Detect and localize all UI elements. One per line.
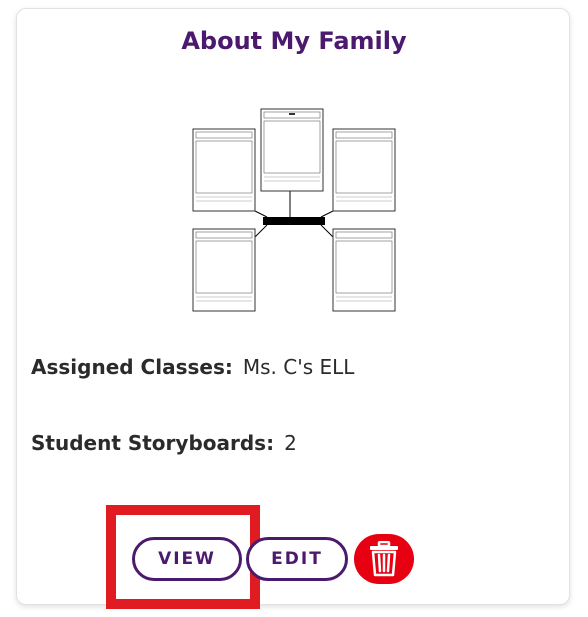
edit-button[interactable]: EDIT (246, 537, 348, 581)
student-storyboards-label: Student Storyboards: (31, 431, 275, 455)
storyboard-card: About My Family Assigned Classes: Ms. C'… (16, 8, 570, 605)
trash-icon (370, 541, 398, 577)
assigned-classes-row: Assigned Classes: Ms. C's ELL (31, 355, 354, 379)
view-button[interactable]: VIEW (132, 537, 242, 581)
student-storyboards-count: 2 (284, 431, 297, 455)
assigned-classes-value: Ms. C's ELL (242, 355, 355, 379)
student-storyboards-row: Student Storyboards: 2 (31, 431, 297, 455)
assigned-classes-label: Assigned Classes: (31, 355, 233, 379)
delete-button[interactable] (354, 534, 414, 584)
storyboard-thumbnail[interactable] (191, 107, 397, 313)
card-title: About My Family (181, 27, 407, 55)
